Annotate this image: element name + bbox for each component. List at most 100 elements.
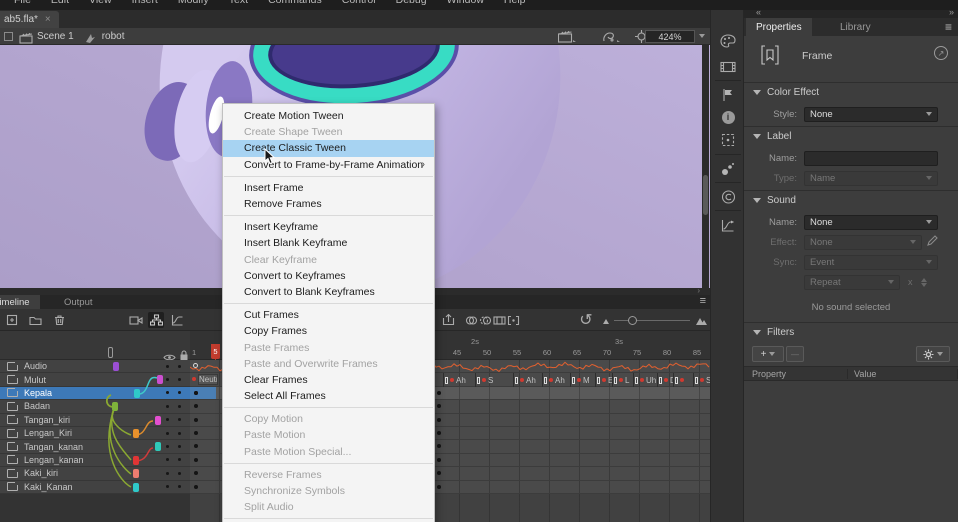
- layer-visibility-lock-dots[interactable]: [163, 454, 190, 466]
- parenting-tag-kaki_kanan[interactable]: [133, 483, 139, 492]
- timeline-zoom-slider-track[interactable]: [614, 320, 690, 321]
- layer-visibility-lock-dots[interactable]: [163, 440, 190, 452]
- parenting-tag-kaki_kiri[interactable]: [133, 469, 139, 478]
- timeline-zoom-slider-knob[interactable]: [628, 316, 637, 325]
- panel-menu-icon[interactable]: ≡: [945, 20, 952, 34]
- section-filters[interactable]: Filters: [744, 322, 958, 342]
- layer-visibility-lock-dots[interactable]: [163, 481, 190, 493]
- timeline-tab-timeline[interactable]: Timeline: [0, 295, 40, 309]
- context-menu-item-remove-frames[interactable]: Remove Frames: [223, 196, 434, 212]
- layer-visibility-lock-dots[interactable]: [163, 360, 190, 372]
- lipsync-segment-uh[interactable]: Uh: [633, 373, 657, 386]
- context-menu-item-convert-to-blank-keyframes[interactable]: Convert to Blank Keyframes: [223, 284, 434, 300]
- lipsync-segment-d[interactable]: D: [657, 373, 673, 386]
- filter-options-button[interactable]: [916, 346, 950, 362]
- scrollbar-thumb[interactable]: [703, 175, 708, 215]
- menu-window[interactable]: Window: [447, 0, 484, 6]
- menu-debug[interactable]: Debug: [396, 0, 427, 6]
- layer-row-tangan_kiri[interactable]: Tangan_kiri: [0, 414, 190, 427]
- context-menu-item-clear-frames[interactable]: Clear Frames: [223, 372, 434, 388]
- lipsync-segment-ah[interactable]: Ah: [513, 373, 542, 386]
- context-menu-item-create-motion-tween[interactable]: Create Motion Tween: [223, 108, 434, 124]
- sound-name-dropdown[interactable]: None: [804, 215, 938, 230]
- menu-view[interactable]: View: [89, 0, 112, 6]
- lipsync-segment[interactable]: [673, 373, 693, 386]
- context-menu-item-cut-frames[interactable]: Cut Frames: [223, 307, 434, 323]
- layer-row-kepala[interactable]: Kepala: [0, 387, 190, 400]
- layer-row-kaki_kanan[interactable]: Kaki_Kanan: [0, 481, 190, 494]
- info-icon[interactable]: i: [719, 108, 737, 126]
- playhead[interactable]: 5: [211, 344, 220, 359]
- lipsync-segment-s[interactable]: S: [693, 373, 710, 386]
- lipsync-segment-m[interactable]: M: [570, 373, 595, 386]
- layer-visibility-lock-dots[interactable]: [163, 400, 190, 412]
- breadcrumb-scene[interactable]: Scene 1: [37, 31, 74, 42]
- lipsync-segment-l[interactable]: L: [612, 373, 633, 386]
- layer-visibility-lock-dots[interactable]: [163, 387, 190, 399]
- new-layer-icon[interactable]: [4, 312, 20, 328]
- label-name-input[interactable]: [804, 151, 938, 166]
- modify-markers-icon[interactable]: [505, 312, 521, 328]
- layer-row-kaki_kiri[interactable]: Kaki_kiri: [0, 467, 190, 480]
- panel-tab-library[interactable]: Library: [830, 18, 881, 36]
- zoom-level-select[interactable]: 424%: [645, 30, 695, 43]
- parenting-tag-mulut[interactable]: [157, 375, 163, 384]
- parenting-tag-tangan_kiri[interactable]: [155, 416, 161, 425]
- layer-row-tangan_kanan[interactable]: Tangan_kanan: [0, 440, 190, 453]
- context-menu-item-insert-keyframe[interactable]: Insert Keyframe: [223, 219, 434, 235]
- layer-row-lengan_kanan[interactable]: Lengan_kanan: [0, 454, 190, 467]
- parenting-tag-audio[interactable]: [113, 362, 119, 371]
- camera-icon[interactable]: [128, 312, 144, 328]
- layer-visibility-lock-dots[interactable]: [163, 373, 190, 385]
- video-filmstrip-icon[interactable]: [719, 58, 737, 76]
- lipsync-segment-ah[interactable]: Ah: [443, 373, 475, 386]
- particles-icon[interactable]: [719, 160, 737, 178]
- layer-visibility-lock-dots[interactable]: [163, 414, 190, 426]
- menu-file[interactable]: File: [14, 0, 31, 6]
- breadcrumb-symbol[interactable]: robot: [102, 31, 125, 42]
- context-menu-item-convert-to-keyframes[interactable]: Convert to Keyframes: [223, 268, 434, 284]
- zoom-in-frames-icon[interactable]: [693, 312, 709, 328]
- section-label[interactable]: Label: [744, 126, 958, 146]
- flag-label-icon[interactable]: [719, 86, 737, 104]
- panel-tab-properties[interactable]: Properties: [746, 18, 812, 36]
- layer-row-lengan_kiri[interactable]: Lengan_Kiri: [0, 427, 190, 440]
- loop-playback-icon[interactable]: ↺: [578, 312, 594, 328]
- layer-visibility-lock-dots[interactable]: [163, 467, 190, 479]
- context-menu-item-copy-frames[interactable]: Copy Frames: [223, 323, 434, 339]
- context-menu-item-insert-frame[interactable]: Insert Frame: [223, 180, 434, 196]
- menu-modify[interactable]: Modify: [178, 0, 209, 6]
- motion-chart-icon[interactable]: [719, 216, 737, 234]
- timeline-menu-icon[interactable]: ≡: [700, 295, 706, 307]
- context-menu-item-select-all-frames[interactable]: Select All Frames: [223, 388, 434, 404]
- remove-filter-button[interactable]: —: [786, 346, 804, 362]
- menu-help[interactable]: Help: [504, 0, 526, 6]
- menu-control[interactable]: Control: [342, 0, 376, 6]
- layer-row-audio[interactable]: Audio: [0, 360, 190, 373]
- timeline-tab-output[interactable]: Output: [54, 295, 103, 309]
- context-menu-item-convert-to-frame-by-frame-animation[interactable]: Convert to Frame-by-Frame Animation›: [223, 157, 434, 173]
- style-dropdown[interactable]: None: [804, 107, 938, 122]
- parenting-tag-lengan_kiri[interactable]: [133, 429, 139, 438]
- edit-sound-pencil-icon[interactable]: [927, 233, 938, 251]
- menu-text[interactable]: Text: [229, 0, 248, 6]
- document-tab[interactable]: ab5.fla* ×: [0, 11, 59, 28]
- layer-row-badan[interactable]: Badan: [0, 400, 190, 413]
- context-menu-item-insert-blank-keyframe[interactable]: Insert Blank Keyframe: [223, 235, 434, 251]
- parenting-tag-badan[interactable]: [112, 402, 118, 411]
- creative-cloud-icon[interactable]: [719, 188, 737, 206]
- new-folder-icon[interactable]: [27, 312, 43, 328]
- layer-depth-icon[interactable]: [169, 312, 185, 328]
- zoom-chevron-down-icon[interactable]: [699, 34, 705, 38]
- parenting-tag-tangan_kanan[interactable]: [155, 442, 161, 451]
- delete-layer-trash-icon[interactable]: [51, 312, 67, 328]
- transform-grid-icon[interactable]: [719, 131, 737, 149]
- close-icon[interactable]: ×: [45, 14, 51, 25]
- add-filter-button[interactable]: +: [752, 346, 784, 362]
- publish-frames-icon[interactable]: [440, 312, 456, 328]
- zoom-out-frames-icon[interactable]: [598, 312, 614, 328]
- menu-insert[interactable]: Insert: [132, 0, 158, 6]
- layer-parenting-icon[interactable]: [148, 312, 164, 328]
- section-sound[interactable]: Sound: [744, 190, 958, 210]
- menu-commands[interactable]: Commands: [268, 0, 322, 6]
